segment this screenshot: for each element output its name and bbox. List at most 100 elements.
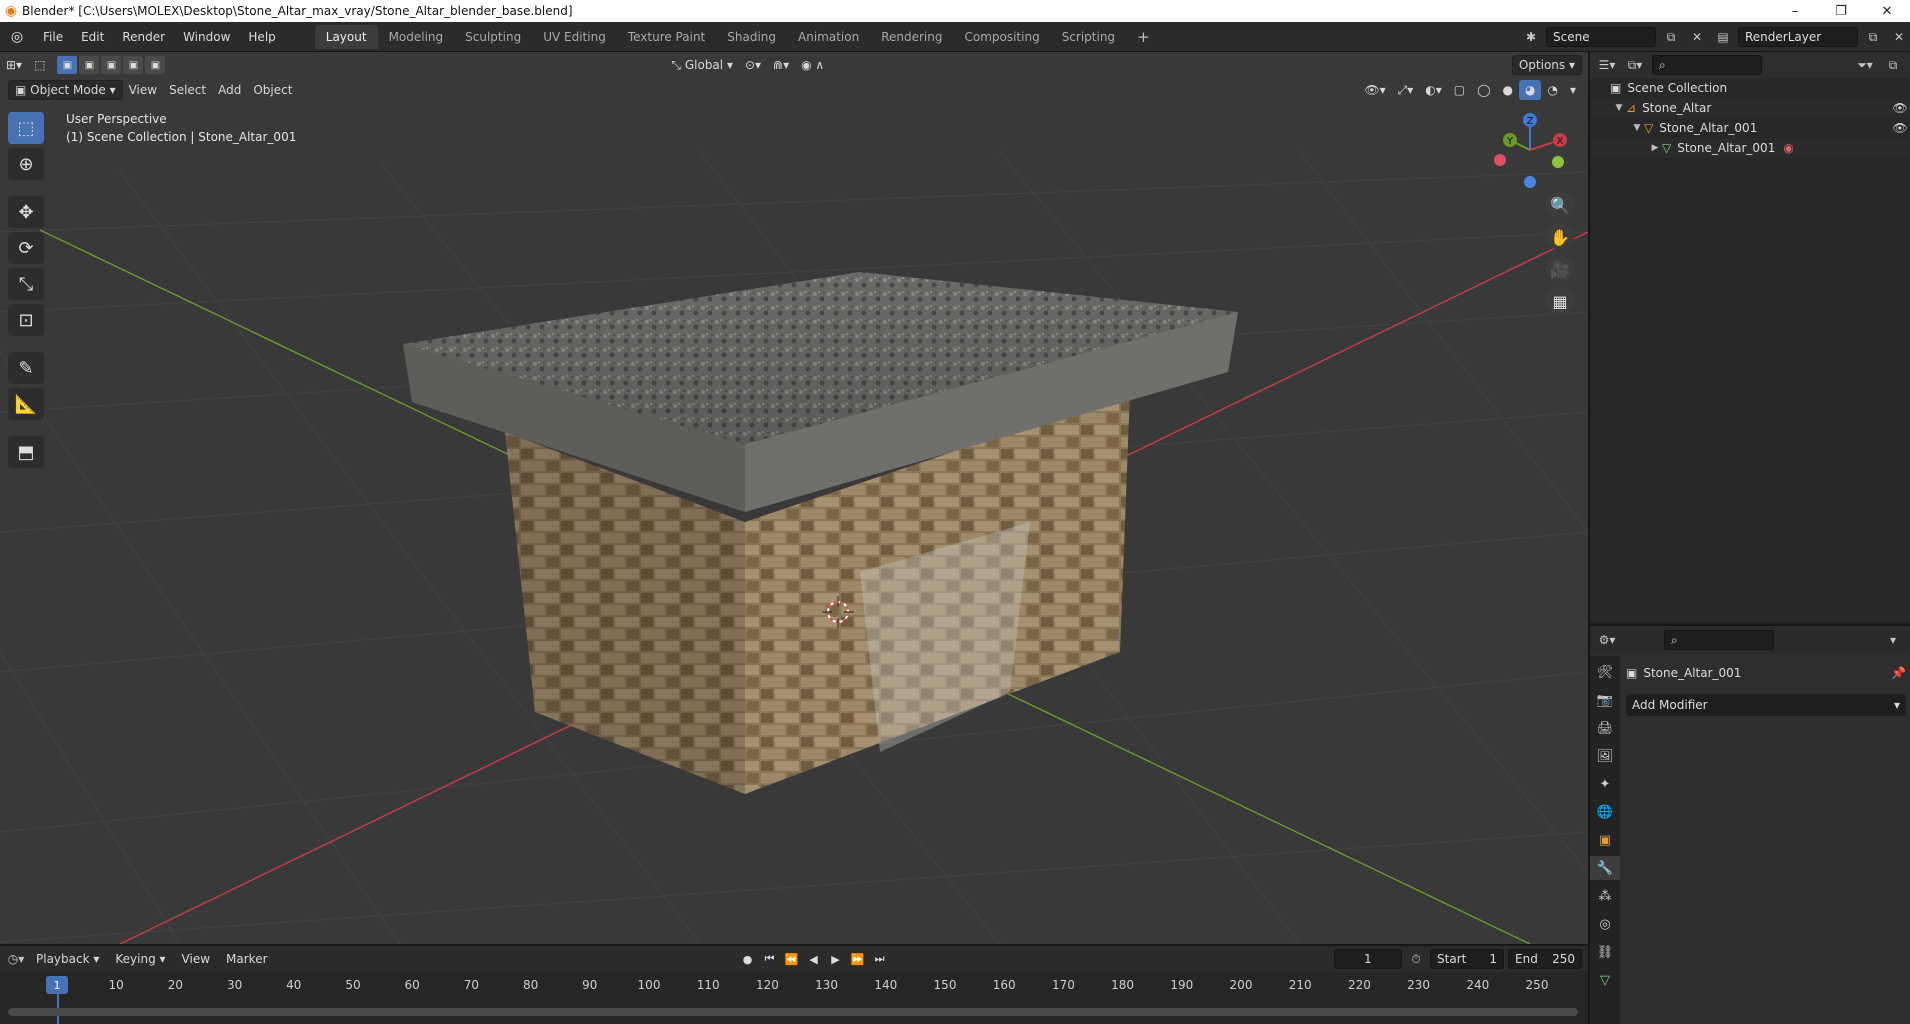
prev-keyframe-icon[interactable]: ⏪ bbox=[782, 949, 802, 969]
material-icon[interactable]: ◉ bbox=[1783, 141, 1793, 155]
play-reverse-icon[interactable]: ◀ bbox=[804, 949, 824, 969]
editor-type-icon[interactable]: ⊞▾ bbox=[0, 55, 28, 75]
menu-window[interactable]: Window bbox=[174, 30, 239, 44]
new-collection-icon[interactable]: ⧉ bbox=[1882, 55, 1904, 75]
select-intersect-icon[interactable]: ▣ bbox=[145, 56, 166, 74]
preview-range-icon[interactable]: ⏱ bbox=[1406, 949, 1426, 969]
ortho-grid-icon[interactable]: ▦ bbox=[1546, 288, 1574, 314]
navigation-gizmo[interactable]: Z X Y bbox=[1490, 110, 1570, 190]
shading-options-icon[interactable]: ▾ bbox=[1564, 80, 1582, 100]
new-layer-icon[interactable]: ⧉ bbox=[1862, 27, 1884, 47]
scale-tool-icon[interactable]: ⤡ bbox=[8, 268, 44, 300]
tab-uv-editing[interactable]: UV Editing bbox=[532, 25, 617, 49]
outliner-row-collection[interactable]: ▼ ⊿ Stone_Altar 👁 bbox=[1590, 98, 1910, 118]
render-layer-field[interactable]: RenderLayer bbox=[1738, 27, 1858, 47]
end-frame-field[interactable]: End 250 bbox=[1508, 949, 1583, 969]
select-box-tool-icon[interactable]: ⬚ bbox=[8, 112, 44, 144]
tab-shading[interactable]: Shading bbox=[716, 25, 787, 49]
display-mode-icon[interactable]: ⧉▾ bbox=[1624, 55, 1646, 75]
output-tab-icon[interactable]: 🖨 bbox=[1590, 716, 1620, 740]
wireframe-shading-icon[interactable]: ◯ bbox=[1471, 80, 1496, 100]
playhead[interactable]: 1 bbox=[46, 976, 68, 994]
add-cube-tool-icon[interactable]: ⬒ bbox=[8, 436, 44, 468]
annotate-tool-icon[interactable]: ✎ bbox=[8, 352, 44, 384]
start-frame-field[interactable]: Start 1 bbox=[1430, 949, 1505, 969]
tab-animation[interactable]: Animation bbox=[787, 25, 870, 49]
visibility-eye-icon[interactable]: 👁 bbox=[1890, 121, 1910, 135]
timeline-menu-playback[interactable]: Playback ▾ bbox=[30, 949, 105, 969]
timeline-menu-marker[interactable]: Marker bbox=[220, 949, 273, 969]
tab-texture-paint[interactable]: Texture Paint bbox=[617, 25, 716, 49]
timeline-ruler[interactable]: 1 10 20 30 40 50 60 70 80 90 100 110 120 130 140 150 16… bbox=[0, 974, 1588, 1024]
properties-search-input[interactable]: ⌕ bbox=[1664, 630, 1774, 650]
rotate-tool-icon[interactable]: ⟳ bbox=[8, 232, 44, 264]
close-button[interactable]: ✕ bbox=[1864, 4, 1910, 19]
world-tab-icon[interactable]: 🌐 bbox=[1590, 800, 1620, 824]
select-invert-icon[interactable]: ▣ bbox=[123, 56, 144, 74]
solid-shading-icon[interactable]: ● bbox=[1497, 80, 1519, 100]
play-icon[interactable]: ▶ bbox=[826, 949, 846, 969]
viewport-menu-add[interactable]: Add bbox=[212, 80, 247, 100]
maximize-button[interactable]: ❐ bbox=[1818, 4, 1864, 19]
visibility-icon[interactable]: 👁▾ bbox=[1358, 80, 1391, 100]
menu-file[interactable]: File bbox=[34, 30, 72, 44]
zoom-icon[interactable]: 🔍 bbox=[1546, 192, 1574, 218]
expand-toggle-icon[interactable]: ▶ bbox=[1648, 143, 1662, 153]
select-extend-icon[interactable]: ▣ bbox=[79, 56, 100, 74]
viewport-menu-object[interactable]: Object bbox=[247, 80, 298, 100]
filter-icon[interactable]: ⏷▾ bbox=[1854, 55, 1876, 75]
object-tab-icon[interactable]: ▣ bbox=[1590, 828, 1620, 852]
modifier-tab-icon[interactable]: 🔧 bbox=[1590, 856, 1620, 880]
next-keyframe-icon[interactable]: ⏩ bbox=[848, 949, 868, 969]
gizmo-toggle-icon[interactable]: ⤢▾ bbox=[1392, 80, 1420, 100]
proportional-edit-icon[interactable]: ◉ ∧ bbox=[795, 55, 830, 75]
current-frame-field[interactable]: 1 bbox=[1333, 949, 1403, 969]
tab-layout[interactable]: Layout bbox=[314, 24, 378, 49]
view-layer-tab-icon[interactable]: 🖼 bbox=[1590, 744, 1620, 768]
menu-render[interactable]: Render bbox=[113, 30, 174, 44]
render-tab-icon[interactable]: 📷 bbox=[1590, 688, 1620, 712]
tab-modeling[interactable]: Modeling bbox=[378, 25, 455, 49]
xray-icon[interactable]: ▢ bbox=[1448, 80, 1471, 100]
timeline-editor-icon[interactable]: ◷▾ bbox=[6, 949, 26, 969]
tab-scripting[interactable]: Scripting bbox=[1051, 25, 1126, 49]
camera-view-icon[interactable]: 🎥 bbox=[1546, 256, 1574, 282]
timeline-menu-view[interactable]: View bbox=[176, 949, 216, 969]
select-subtract-icon[interactable]: ▣ bbox=[101, 56, 122, 74]
visibility-eye-icon[interactable]: 👁 bbox=[1890, 101, 1910, 115]
pan-hand-icon[interactable]: ✋ bbox=[1546, 224, 1574, 250]
data-tab-icon[interactable]: ▽ bbox=[1590, 968, 1620, 992]
minimize-button[interactable]: – bbox=[1772, 4, 1818, 19]
timeline-menu-keying[interactable]: Keying ▾ bbox=[109, 949, 171, 969]
tool-tab-icon[interactable]: 🛠 bbox=[1590, 660, 1620, 684]
constraints-tab-icon[interactable]: ⛓ bbox=[1590, 940, 1620, 964]
measure-tool-icon[interactable]: 📐 bbox=[8, 388, 44, 420]
overlay-toggle-icon[interactable]: ◐▾ bbox=[1419, 80, 1448, 100]
menu-edit[interactable]: Edit bbox=[72, 30, 113, 44]
pivot-point-icon[interactable]: ⊙▾ bbox=[739, 55, 767, 75]
physics-tab-icon[interactable]: ◎ bbox=[1590, 912, 1620, 936]
outliner-row-object[interactable]: ▼ ▽ Stone_Altar_001 👁 bbox=[1590, 118, 1910, 138]
rendered-shading-icon[interactable]: ◔ bbox=[1541, 80, 1563, 100]
select-new-icon[interactable]: ▣ bbox=[57, 56, 78, 74]
record-icon[interactable]: ● bbox=[738, 949, 758, 969]
expand-toggle-icon[interactable]: ▼ bbox=[1612, 103, 1626, 113]
delete-scene-icon[interactable]: ✕ bbox=[1686, 27, 1708, 47]
viewport-menu-select[interactable]: Select bbox=[163, 80, 212, 100]
viewport-menu-view[interactable]: View bbox=[123, 80, 163, 100]
outliner-editor-icon[interactable]: ☰▾ bbox=[1596, 55, 1618, 75]
properties-options-icon[interactable]: ▾ bbox=[1882, 630, 1904, 650]
tab-sculpting[interactable]: Sculpting bbox=[454, 25, 532, 49]
3d-viewport[interactable]: ⊞▾ ⬚ ▣ ▣ ▣ ▣ ▣ ⤡ Global ▾ ⊙▾ ⋒▾ ◉ ∧ Opti… bbox=[0, 52, 1588, 944]
pin-icon[interactable]: 📌 bbox=[1891, 666, 1906, 680]
add-modifier-dropdown[interactable]: Add Modifier ▾ bbox=[1626, 694, 1906, 716]
tab-rendering[interactable]: Rendering bbox=[870, 25, 953, 49]
outliner-scene-collection[interactable]: ▣ Scene Collection bbox=[1590, 78, 1910, 98]
object-mode-dropdown[interactable]: ▣ Object Mode ▾ bbox=[8, 80, 123, 100]
add-workspace-button[interactable]: + bbox=[1126, 25, 1161, 49]
delete-layer-icon[interactable]: ✕ bbox=[1888, 27, 1910, 47]
material-shading-icon[interactable]: ◕ bbox=[1519, 80, 1542, 100]
transform-tool-icon[interactable]: ⊡ bbox=[8, 304, 44, 336]
select-tool-icon[interactable]: ⬚ bbox=[28, 55, 51, 75]
options-dropdown[interactable]: Options ▾ bbox=[1511, 55, 1582, 75]
